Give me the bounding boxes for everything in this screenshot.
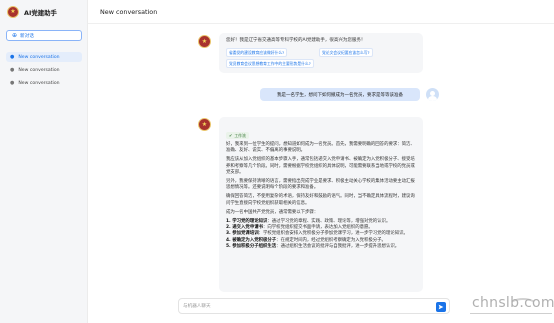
list-item-title: 4. 被确定为入党积极分子 — [226, 237, 277, 243]
watermark: chnslb.com — [470, 295, 554, 317]
list-item-text: ：通过组织生活会议的批评与自我批评，进一步提升思想认识。 — [276, 243, 400, 249]
send-icon — [438, 304, 444, 309]
watermark-underline — [470, 313, 552, 314]
workflow-tag[interactable]: ✔ 工作流 — [226, 132, 249, 139]
bot-avatar: ★ — [198, 35, 211, 48]
send-button[interactable] — [436, 301, 446, 312]
user-avatar — [426, 88, 439, 101]
list-item-title: 3. 参加党课培训 — [226, 231, 259, 237]
user-message: 我是一名学生，想问下如何撤成为一名党员，要求是等等该准备 — [260, 88, 420, 101]
welcome-message: 您好！我是辽宁省交通高等专科学校的AI党建助手，很高兴为您服务！ 省委党的建设教… — [219, 33, 423, 73]
list-item-text: ：在规定时间内，经过党组织考察确定为入党积极分子。 — [276, 237, 386, 243]
list-item-text: ：学校党组织会安排入党积极分子参加党课学习，进一步学习党的理论知识。 — [258, 231, 408, 237]
answer-list-item: 5. 参加积极分子组织生活：通过组织生活会议的批评与自我批评，进一步提升思想认识… — [226, 244, 416, 250]
answer-paragraph: 成为一名中国共产党党员，通常需要以下步骤： — [226, 209, 319, 215]
new-chat-label: 新对话 — [20, 33, 34, 39]
assistant-answer: ✔ 工作流 好，我来到一位学生的提问，想知道如何成为一名党员。首先，我需要明确的… — [219, 117, 423, 292]
chat-bubble-icon: ● — [10, 66, 15, 73]
chat-input-box — [178, 298, 450, 314]
party-emblem-logo: ★ — [7, 6, 19, 18]
conversation-item[interactable]: ● New conversation — [6, 78, 82, 88]
chat-bubble-icon: ● — [10, 53, 15, 60]
answer-paragraph: 好，我来到一位学生的提问，想知道如何成为一名党员。首先，我需要明确的回答的要求：… — [226, 142, 415, 154]
suggestion-chip[interactable]: 党论文会议纪要应该怎么写? — [319, 48, 373, 57]
sidebar: ★ AI党建助手 ⊕ 新对话 ● New conversation ● New … — [0, 0, 88, 323]
answer-paragraph: 另外，我要保持清晰的语言，需要指出完成学业是要求、积极主动关心学校的集体活动要主… — [226, 179, 415, 191]
conversation-item[interactable]: ● New conversation — [6, 65, 82, 75]
plus-icon: ⊕ — [12, 31, 18, 39]
chat-input[interactable] — [183, 301, 423, 312]
list-item-title: 2. 递交入党申请书 — [226, 225, 263, 231]
conversation-label: New conversation — [18, 54, 60, 60]
suggestion-chip[interactable]: 省委党的建设教育应该做好什么? — [226, 48, 288, 57]
list-item-title: 5. 参加积极分子组织生活 — [226, 243, 277, 249]
watermark-text: chnslb.com — [472, 295, 554, 311]
welcome-text: 您好！我是辽宁省交通高等专科学校的AI党建助手，很高兴为您服务！ — [226, 38, 366, 43]
conversation-item[interactable]: ● New conversation — [6, 52, 82, 62]
brand: ★ AI党建助手 — [7, 5, 57, 19]
chat-header: New conversation — [88, 0, 554, 24]
answer-paragraph: 确保回答简洁，不使用复杂的术语，保持友好和鼓励的语气。同时，当不确定具体流程时，… — [226, 194, 415, 206]
check-icon: ✔ — [229, 133, 233, 138]
list-item-text: ：向学校党组织提交书面申请，表达加入党组织的意愿。 — [263, 225, 373, 231]
workflow-tag-label: 工作流 — [234, 132, 246, 138]
bot-avatar: ★ — [198, 118, 211, 131]
brand-title: AI党建助手 — [24, 8, 57, 17]
list-item-title: 1. 学习党的理论知识 — [226, 219, 268, 225]
page-title: New conversation — [100, 7, 158, 16]
conversation-label: New conversation — [18, 67, 60, 73]
list-item-text: ：通过学习党的章程、实践、政策、理论等，增强对党的认识。 — [267, 219, 391, 225]
answer-paragraph: 我应该从加入党组织的基本步骤入手，通常包括递交入党申请书、被确定为入党积极分子、… — [226, 157, 415, 175]
suggestion-chip[interactable]: 党员教育会议思想教育工作中的主要形势是什么? — [226, 59, 314, 68]
new-chat-button[interactable]: ⊕ 新对话 — [6, 30, 82, 41]
chat-bubble-icon: ● — [10, 79, 15, 86]
conversation-label: New conversation — [18, 80, 60, 86]
